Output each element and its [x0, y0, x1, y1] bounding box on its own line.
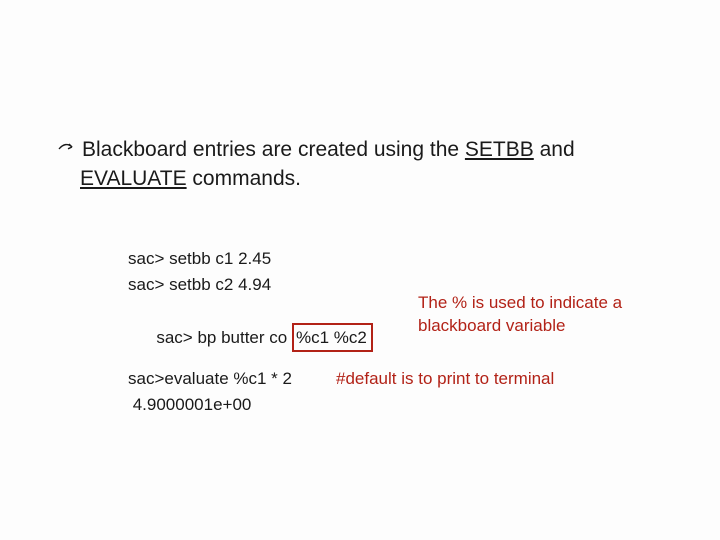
code-line-3-boxed: %c1 %c2	[292, 323, 373, 353]
code-line-1: sac> setbb c1 2.45	[128, 246, 373, 272]
intro-cmd2: EVALUATE	[80, 167, 187, 190]
intro-cmd1: SETBB	[465, 138, 534, 161]
intro-mid: and	[534, 138, 575, 161]
bullet-arrow-icon	[58, 137, 76, 165]
eval-line-1: sac>evaluate %c1 * 2	[128, 366, 292, 392]
intro-prefix: Blackboard entries are created using the	[82, 138, 465, 161]
eval-block: sac>evaluate %c1 * 2 4.9000001e+00	[128, 366, 292, 417]
slide: Blackboard entries are created using the…	[0, 0, 720, 540]
code-block: sac> setbb c1 2.45 sac> setbb c2 4.94 sa…	[128, 246, 373, 378]
eval-comment: #default is to print to terminal	[336, 366, 554, 392]
code-line-3-pre: sac> bp butter co	[156, 328, 292, 347]
note-right: The % is used to indicate a blackboard v…	[418, 292, 648, 338]
code-line-2: sac> setbb c2 4.94	[128, 272, 373, 298]
intro-suffix: commands.	[187, 167, 301, 190]
intro-paragraph: Blackboard entries are created using the…	[80, 136, 660, 194]
eval-line-2: 4.9000001e+00	[128, 392, 292, 418]
